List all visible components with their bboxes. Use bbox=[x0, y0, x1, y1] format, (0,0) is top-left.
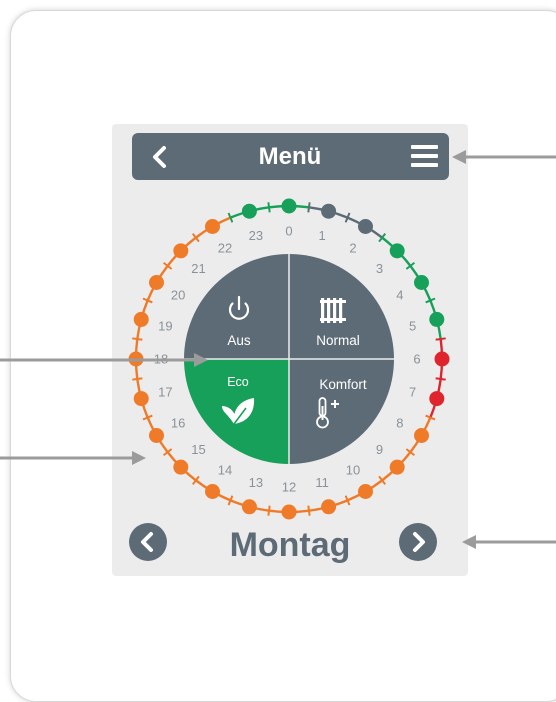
hour-dot-10[interactable] bbox=[358, 484, 373, 500]
hour-dot-11[interactable] bbox=[321, 499, 337, 515]
hour-dot-13[interactable] bbox=[241, 499, 257, 515]
hour-dot-23[interactable] bbox=[241, 203, 257, 219]
ring-tick bbox=[267, 505, 271, 516]
previous-day-button[interactable] bbox=[129, 523, 167, 561]
schedule-ring: 01234567891011121314151617181920212223 bbox=[0, 150, 556, 549]
hour-dot-7[interactable] bbox=[429, 391, 445, 407]
hour-label-16: 16 bbox=[171, 416, 185, 431]
hour-label-17: 17 bbox=[158, 385, 172, 400]
hour-label-10: 10 bbox=[346, 462, 360, 477]
hour-dot-15[interactable] bbox=[173, 459, 189, 475]
callout-arrow-ring bbox=[0, 451, 146, 465]
hour-label-12: 12 bbox=[282, 480, 296, 495]
ring-tick bbox=[267, 202, 271, 213]
hour-label-5: 5 bbox=[409, 318, 416, 333]
chevron-right-icon bbox=[413, 532, 425, 552]
hour-label-15: 15 bbox=[191, 442, 205, 457]
hour-dot-1[interactable] bbox=[321, 203, 337, 219]
hour-dot-0[interactable] bbox=[281, 198, 297, 214]
hour-label-13: 13 bbox=[249, 475, 263, 490]
hour-dot-21[interactable] bbox=[173, 243, 189, 259]
hour-dot-12[interactable] bbox=[281, 504, 297, 520]
hour-label-1: 1 bbox=[319, 228, 326, 243]
hour-label-22: 22 bbox=[218, 241, 232, 256]
hour-dot-4[interactable] bbox=[414, 275, 430, 290]
hour-label-21: 21 bbox=[191, 261, 205, 276]
hour-label-20: 20 bbox=[171, 288, 185, 303]
hour-label-14: 14 bbox=[218, 462, 232, 477]
hour-label-8: 8 bbox=[396, 416, 403, 431]
hour-label-3: 3 bbox=[376, 261, 383, 276]
ring-tick bbox=[307, 202, 311, 213]
hour-label-9: 9 bbox=[376, 442, 383, 457]
ring-tick bbox=[435, 377, 446, 381]
hour-label-6: 6 bbox=[413, 352, 420, 367]
hour-dot-3[interactable] bbox=[389, 243, 405, 259]
hour-dot-9[interactable] bbox=[389, 459, 405, 475]
hour-label-11: 11 bbox=[315, 475, 329, 490]
callout-arrow-modes bbox=[0, 353, 208, 367]
radiator-icon bbox=[320, 298, 346, 323]
ring-tick bbox=[132, 377, 143, 381]
hour-dot-16[interactable] bbox=[148, 428, 164, 443]
hour-label-4: 4 bbox=[396, 288, 403, 303]
hour-dot-2[interactable] bbox=[358, 218, 373, 234]
callout-arrow-menu bbox=[452, 150, 556, 164]
hour-label-2: 2 bbox=[349, 241, 356, 256]
hour-label-23: 23 bbox=[249, 228, 263, 243]
next-day-button[interactable] bbox=[399, 523, 437, 561]
hour-dot-8[interactable] bbox=[414, 428, 430, 443]
callout-arrow-day bbox=[462, 535, 556, 549]
hour-dot-19[interactable] bbox=[133, 311, 149, 327]
chevron-left-icon bbox=[141, 532, 153, 552]
hour-label-7: 7 bbox=[409, 385, 416, 400]
hour-label-0: 0 bbox=[285, 224, 292, 239]
hour-label-19: 19 bbox=[158, 318, 172, 333]
ring-tick bbox=[435, 337, 446, 341]
ring-tick bbox=[307, 505, 311, 516]
day-name: Montag bbox=[229, 526, 351, 564]
ring-tick bbox=[132, 337, 143, 341]
hour-dot-14[interactable] bbox=[205, 484, 220, 500]
hour-dot-6[interactable] bbox=[434, 351, 450, 367]
hour-dot-22[interactable] bbox=[205, 218, 220, 234]
hour-dot-17[interactable] bbox=[133, 391, 149, 407]
hour-dot-5[interactable] bbox=[429, 311, 445, 327]
hour-dot-20[interactable] bbox=[148, 275, 164, 290]
